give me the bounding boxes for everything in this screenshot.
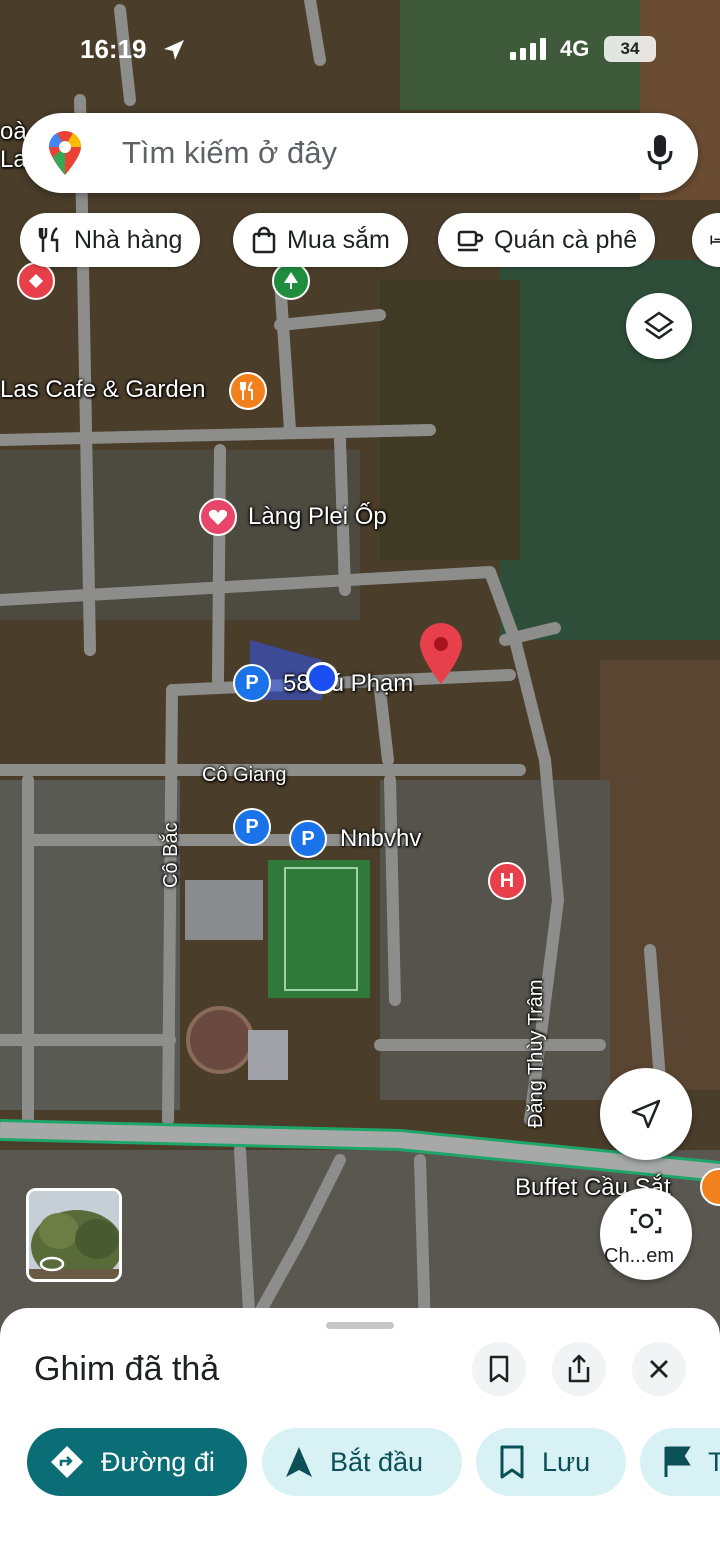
save-button[interactable]: Lưu	[476, 1428, 626, 1496]
action-label: Đường đi	[101, 1446, 215, 1477]
poi-las-cafe-restaurant-icon[interactable]	[229, 372, 267, 410]
map-label-street: 58 Tú Phạm	[283, 670, 414, 697]
layers-icon	[643, 311, 675, 340]
action-label: Lưu	[542, 1446, 591, 1477]
share-button[interactable]	[552, 1342, 606, 1396]
parking-icon[interactable]: P	[233, 808, 271, 846]
signal-bars-icon	[510, 38, 546, 60]
bed-icon	[710, 235, 720, 245]
parking-icon[interactable]: P	[233, 664, 271, 702]
map-label-co-bac: Cô Bắc	[160, 822, 182, 888]
map-label-nnbvhv[interactable]: Nnbvhv	[340, 825, 421, 853]
directions-icon	[51, 1446, 83, 1478]
status-bar: 16:19 4G 34	[0, 30, 720, 70]
poi-park-icon[interactable]	[272, 262, 310, 300]
directions-button[interactable]: Đường đi	[27, 1428, 247, 1496]
shopping-bag-icon	[252, 226, 276, 254]
chip-coffee[interactable]: Quán cà phê	[438, 213, 656, 267]
layers-button[interactable]	[626, 293, 692, 359]
chip-label: Nhà hàng	[74, 225, 183, 254]
navigation-arrow-icon	[286, 1447, 312, 1477]
coffee-cup-icon	[457, 230, 484, 252]
bookmark-icon	[489, 1355, 509, 1383]
close-button[interactable]	[632, 1342, 686, 1396]
chip-label: Quán cà phê	[494, 225, 638, 254]
battery-icon: 34	[604, 36, 656, 62]
current-location-dot	[306, 662, 338, 694]
location-arrow-icon	[164, 40, 184, 60]
map-label-co-giang: Cô Giang	[202, 764, 287, 786]
microphone-icon[interactable]	[646, 133, 674, 173]
bookmark-icon	[500, 1445, 524, 1479]
chip-shopping[interactable]: Mua sắm	[233, 213, 408, 267]
street-view-thumbnail[interactable]	[26, 1188, 122, 1282]
place-title: Ghim đã thả	[34, 1350, 220, 1388]
fork-knife-icon	[38, 227, 59, 252]
close-icon	[650, 1360, 668, 1378]
map-label-dang-thuy-tram: Đặng Thùy Trâm	[525, 979, 547, 1128]
my-location-button[interactable]	[600, 1068, 692, 1160]
parking-icon[interactable]: P	[289, 820, 327, 858]
search-bar[interactable]: Tìm kiếm ở đây	[22, 113, 698, 193]
map-label-lang-plei-op[interactable]: Làng Plei Ốp	[248, 503, 387, 531]
network-type: 4G	[560, 36, 590, 61]
navigation-arrow-icon	[631, 1099, 661, 1129]
share-icon	[568, 1354, 590, 1383]
chip-restaurants[interactable]: Nhà hàng	[20, 213, 201, 267]
sheet-drag-handle[interactable]	[326, 1322, 394, 1329]
place-bottom-sheet[interactable]: Ghim đã thả Đường đi Bắt đầu Lưu T	[0, 1308, 720, 1560]
poi-heart-icon[interactable]	[199, 498, 237, 536]
search-placeholder[interactable]: Tìm kiếm ở đây	[122, 135, 337, 171]
chip-label: Mua sắm	[287, 225, 390, 254]
dropped-pin-icon[interactable]	[418, 622, 464, 686]
start-button[interactable]: Bắt đầu	[262, 1428, 462, 1496]
action-label: T	[708, 1446, 720, 1477]
label-button-partial[interactable]: T	[640, 1428, 720, 1496]
camera-lens-icon	[630, 1208, 662, 1234]
lens-label[interactable]: Ch...em	[604, 1245, 674, 1268]
rotate-360-icon	[39, 1256, 65, 1272]
map-label-las-cafe[interactable]: Las Cafe & Garden	[0, 376, 205, 404]
poi-restaurant-icon[interactable]	[17, 262, 55, 300]
action-label: Bắt đầu	[330, 1446, 424, 1477]
google-maps-logo-icon	[48, 131, 82, 175]
flag-icon	[664, 1446, 691, 1477]
status-time: 16:19	[80, 34, 147, 64]
hospital-icon[interactable]: H	[488, 862, 526, 900]
save-icon-button[interactable]	[472, 1342, 526, 1396]
